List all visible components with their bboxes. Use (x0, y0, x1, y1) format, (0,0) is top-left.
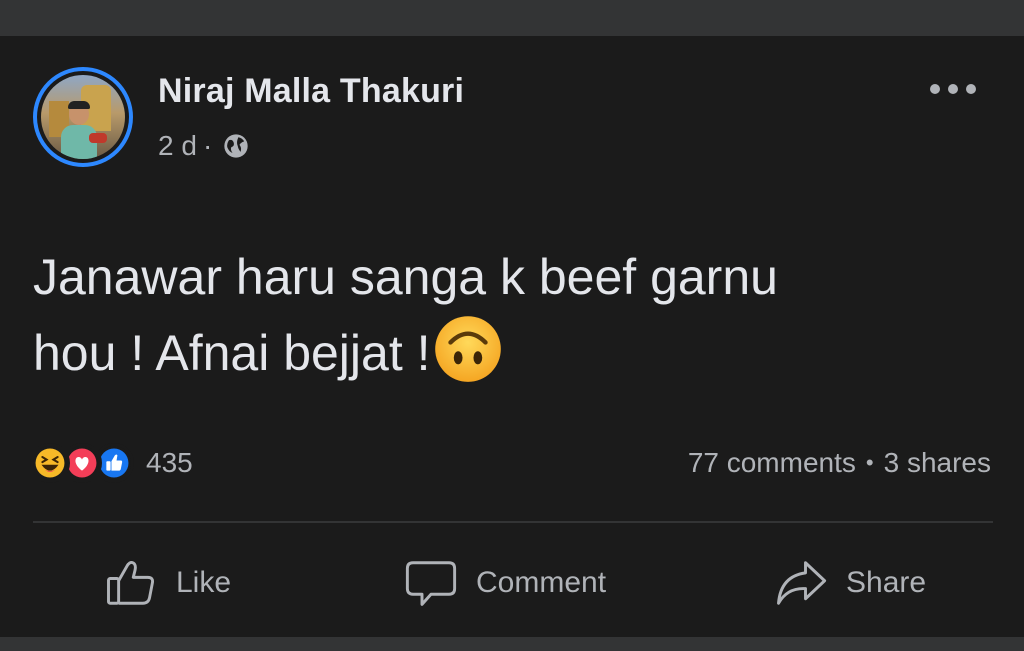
share-label: Share (846, 566, 927, 599)
post-time[interactable]: 2 d (158, 130, 197, 162)
thumbs-up-icon (107, 560, 155, 605)
comments-count[interactable]: 77 comments (688, 447, 856, 479)
globe-icon[interactable] (222, 132, 250, 160)
post-text-line2: hou ! Afnai bejjat ! (33, 325, 431, 381)
action-bar: Like Comment Share (0, 548, 1024, 618)
avatar[interactable] (33, 67, 133, 167)
like-label: Like (176, 566, 232, 599)
more-options-icon[interactable] (930, 82, 976, 96)
author-name[interactable]: Niraj Malla Thakuri (158, 72, 464, 111)
post-text: Janawar haru sanga k beef garnu hou ! Af… (33, 240, 973, 390)
like-button[interactable]: Like (104, 548, 231, 618)
post-text-line1: Janawar haru sanga k beef garnu (33, 249, 778, 305)
comment-label: Comment (476, 566, 607, 599)
haha-icon (30, 443, 70, 483)
divider (33, 521, 993, 523)
upside-down-face-emoji (434, 316, 501, 382)
avatar-photo (41, 75, 125, 159)
comment-button[interactable]: Comment (404, 548, 606, 618)
shares-count[interactable]: 3 shares (884, 447, 991, 479)
post-card: Niraj Malla Thakuri 2 d · Janawar haru s… (0, 36, 1024, 637)
post-meta: 2 d · (158, 130, 250, 162)
comment-icon (405, 561, 457, 606)
reaction-summary[interactable]: 435 (30, 443, 193, 483)
share-button[interactable]: Share (774, 548, 926, 618)
meta-separator: · (202, 130, 213, 161)
stats-separator: • (865, 450, 874, 475)
bottom-bar (0, 637, 1024, 651)
engagement-stats: 77 comments • 3 shares (688, 447, 991, 479)
top-bar (0, 0, 1024, 36)
share-arrow-icon (777, 561, 827, 605)
reaction-count: 435 (146, 447, 193, 478)
